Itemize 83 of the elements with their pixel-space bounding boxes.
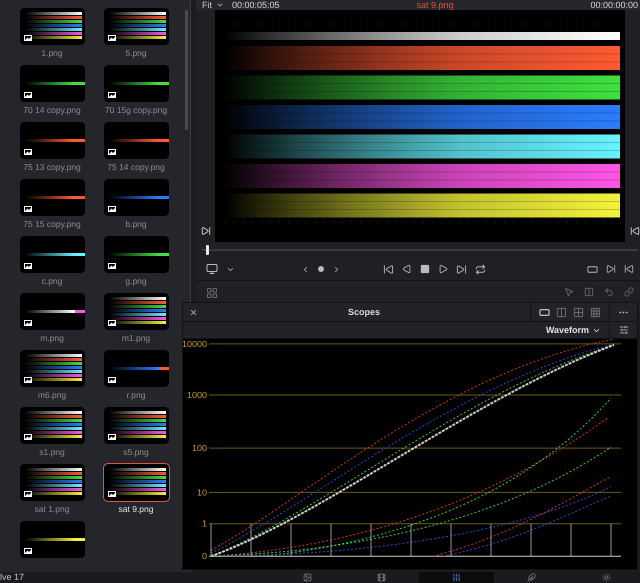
- skip-back-icon[interactable]: [383, 264, 394, 274]
- scale-label: 0: [202, 551, 207, 562]
- clip-thumbnail[interactable]: [20, 179, 84, 216]
- scale-label: 10: [197, 487, 207, 498]
- caret-icon: [216, 1, 224, 9]
- clip-name: 70 14 copy.png: [23, 105, 81, 115]
- grid-view-icon[interactable]: [590, 306, 601, 318]
- clip-name: 1.png: [41, 48, 63, 58]
- clip-thumbnail[interactable]: [104, 179, 168, 216]
- split-icon[interactable]: [584, 287, 594, 297]
- stop-icon[interactable]: [420, 264, 430, 274]
- timecode: 00:00:00:00: [590, 0, 638, 10]
- clip-name: r.png: [126, 390, 146, 400]
- clip-name: s1.png: [39, 447, 65, 457]
- playhead-handle[interactable]: [206, 245, 210, 255]
- clip-thumbnail[interactable]: [104, 407, 168, 444]
- clip-thumbnail[interactable]: [20, 407, 84, 444]
- clip-name: 5.png: [125, 48, 147, 58]
- clip-thumbnail[interactable]: [20, 464, 84, 501]
- scale-label: 1: [202, 518, 207, 529]
- dual-view-icon[interactable]: [556, 306, 567, 318]
- grid-icon[interactable]: [206, 287, 218, 299]
- clip-thumbnail[interactable]: [20, 293, 84, 330]
- monitor-icon[interactable]: [206, 263, 218, 275]
- clip-thumbnail[interactable]: [20, 65, 84, 102]
- feather-icon: [527, 573, 536, 582]
- quad-view-icon[interactable]: [573, 306, 584, 318]
- clip-thumbnail[interactable]: [20, 521, 84, 558]
- scale-label: 100: [192, 443, 207, 454]
- clip-title: sat 9.png: [415, 0, 455, 10]
- clip-name: 70 15g copy.png: [104, 105, 168, 115]
- clip-name: c.png: [42, 276, 62, 286]
- sliders-icon: [452, 573, 462, 582]
- clip-thumbnail[interactable]: [104, 350, 168, 387]
- loop-icon[interactable]: [475, 264, 486, 274]
- film-icon: [377, 573, 386, 582]
- next-icon[interactable]: [332, 264, 341, 274]
- mark-out-icon[interactable]: [630, 226, 640, 236]
- next-frame-icon[interactable]: [606, 264, 616, 274]
- reverse-play-icon[interactable]: [402, 264, 412, 274]
- clip-thumbnail[interactable]: [20, 350, 84, 387]
- clip-name: b.png: [125, 219, 147, 229]
- clip-thumbnail[interactable]: [20, 122, 84, 159]
- sun-icon: [602, 573, 612, 582]
- single-view-icon[interactable]: [539, 306, 550, 318]
- clip-thumbnail[interactable]: [20, 236, 84, 273]
- mark-in-icon[interactable]: [200, 226, 210, 236]
- zoom-dropdown[interactable]: Fit: [202, 0, 224, 10]
- image-icon: [302, 573, 312, 582]
- timecode: 00:00:05:05: [232, 0, 280, 10]
- clip-name: g.png: [125, 276, 147, 286]
- scope-mode-dropdown[interactable]: Waveform: [546, 325, 609, 335]
- clip-thumbnail[interactable]: [104, 65, 168, 102]
- clip-name: sat 9.png: [118, 504, 154, 514]
- previous-frame-icon[interactable]: [624, 264, 634, 274]
- clip-name: s5.png: [123, 447, 149, 457]
- skip-forward-icon[interactable]: [456, 264, 467, 274]
- clip-thumbnail[interactable]: [104, 464, 168, 501]
- clip-thumbnail[interactable]: [104, 122, 168, 159]
- clip-thumbnail[interactable]: [104, 8, 168, 45]
- link-icon[interactable]: [624, 287, 634, 297]
- clip-name: m1.png: [122, 333, 150, 343]
- clip-name: sat 1.png: [34, 504, 70, 514]
- close-icon[interactable]: [189, 308, 198, 316]
- scale-label: 10000: [183, 339, 207, 349]
- dot-icon[interactable]: [318, 266, 324, 272]
- clip-name: 75 14 copy.png: [107, 162, 165, 172]
- scale-label: 1000: [187, 390, 207, 400]
- clip-name: m6.png: [38, 390, 66, 400]
- panel-title: Scopes: [346, 307, 381, 317]
- clip-name: 75 13 copy.png: [23, 162, 81, 172]
- frame-icon[interactable]: [587, 264, 598, 274]
- clip-thumbnail[interactable]: [104, 293, 168, 330]
- previous-icon[interactable]: [301, 264, 310, 274]
- play-icon[interactable]: [438, 264, 448, 274]
- undo-icon[interactable]: [604, 287, 614, 297]
- scrollbar[interactable]: [185, 10, 188, 130]
- clip-thumbnail[interactable]: [104, 236, 168, 273]
- clip-name: 75 15 copy.png: [23, 219, 81, 229]
- clip-thumbnail[interactable]: [20, 8, 84, 45]
- status-text: lve 17: [0, 572, 26, 583]
- clip-name: m.png: [40, 333, 64, 343]
- pointer-icon[interactable]: [564, 287, 574, 297]
